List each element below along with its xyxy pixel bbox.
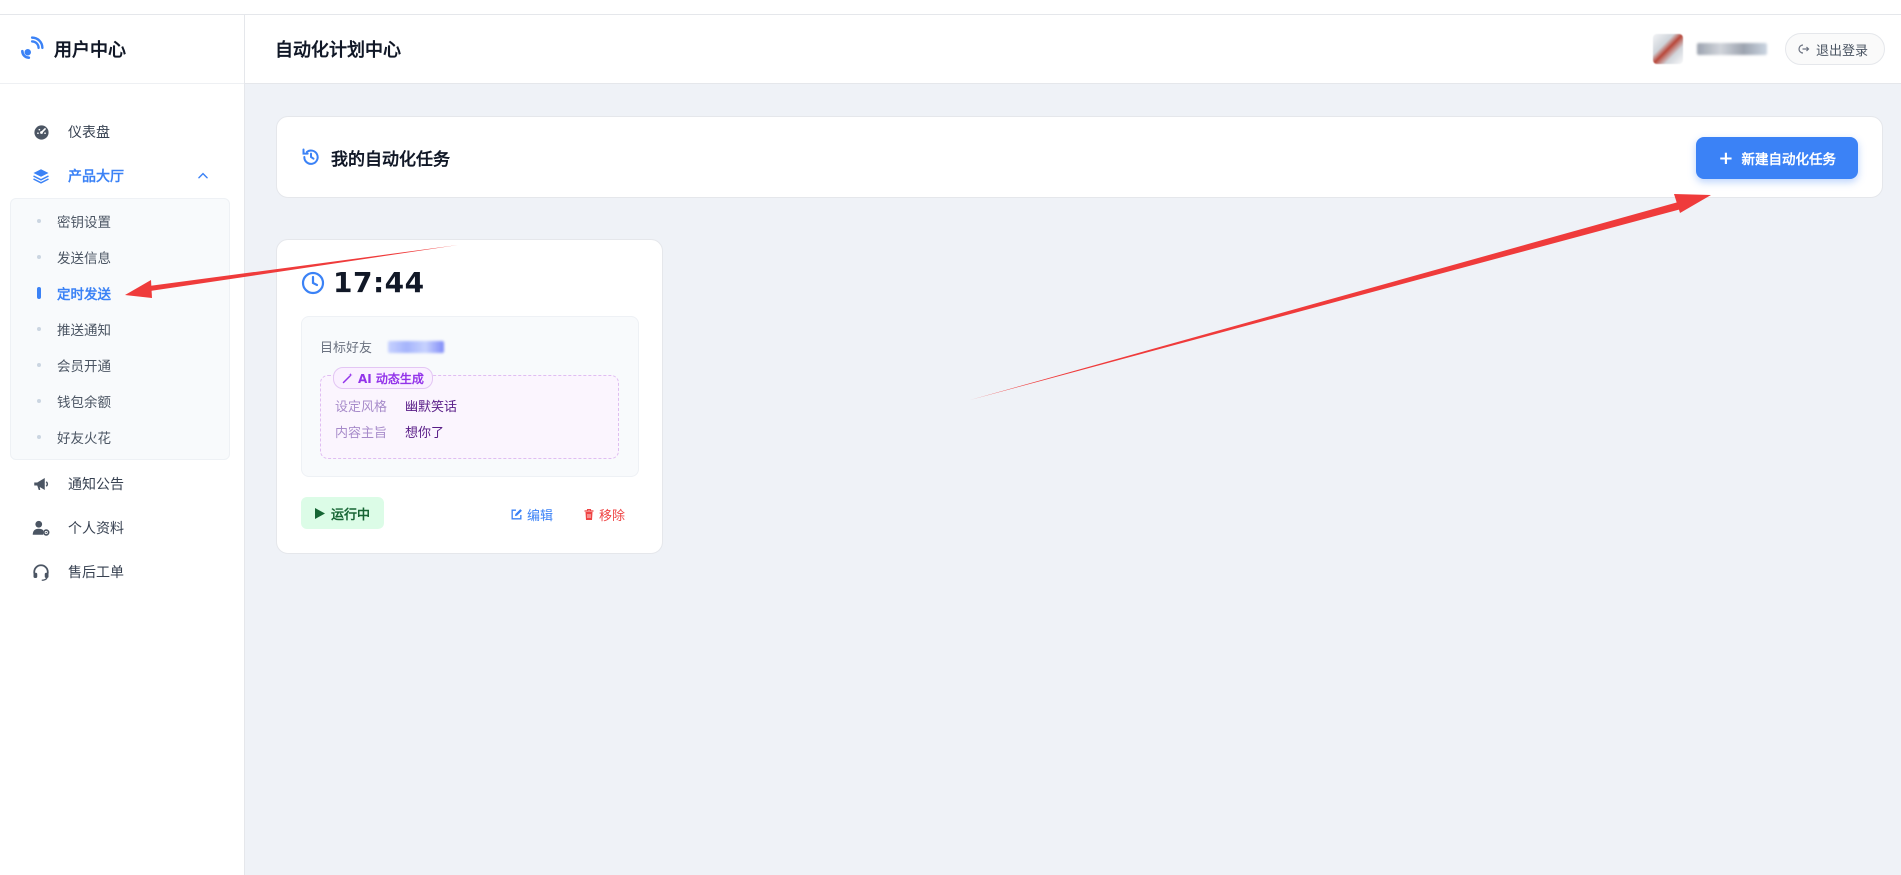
submenu-item-label: 发送信息 [57, 251, 111, 267]
user-area: 退出登录 [1652, 33, 1885, 65]
submenu-item-friend-spark[interactable]: 好友火花 [11, 419, 229, 455]
submenu-item-label: 好友火花 [57, 431, 111, 447]
remove-label: 移除 [599, 509, 626, 524]
submenu-item-label: 钱包余额 [57, 395, 111, 411]
submenu-item-label: 密钥设置 [57, 215, 111, 231]
status-badge[interactable]: 运行中 [301, 497, 385, 529]
layers-icon [32, 167, 50, 185]
arrow-to-new-task-button [970, 194, 1711, 400]
window-top-strip [0, 0, 1901, 15]
product-hall-submenu: 密钥设置 发送信息 定时发送 推送通知 会员开通 钱包余额 好友火花 [10, 198, 230, 460]
submenu-item-key-settings[interactable]: 密钥设置 [11, 203, 229, 239]
username-redacted [1696, 43, 1767, 55]
headset-icon [32, 563, 50, 581]
brand-title: 用户中心 [54, 40, 126, 61]
page-title: 自动化计划中心 [275, 40, 401, 61]
magic-wand-icon [342, 373, 353, 384]
sidebar-item-label: 售后工单 [68, 565, 124, 581]
style-value: 幽默笑话 [405, 400, 458, 415]
sidebar: 用户中心 仪表盘 产品大厅 密钥设置 发送信息 定时发送 推送通知 会员开通 钱… [0, 15, 245, 875]
brand: 用户中心 [0, 15, 244, 84]
new-task-button-label: 新建自动化任务 [1741, 152, 1837, 168]
submenu-item-label: 会员开通 [57, 359, 111, 375]
active-indicator [37, 287, 41, 299]
top-header: 自动化计划中心 退出登录 [245, 15, 1901, 84]
chevron-up-icon[interactable] [196, 169, 210, 183]
bullet-dot [37, 255, 41, 259]
ai-generation-box: AI 动态生成 设定风格 幽默笑话 内容主旨 想你了 [320, 367, 619, 459]
satellite-icon [21, 36, 44, 59]
submenu-item-label: 推送通知 [57, 323, 111, 339]
history-icon [302, 148, 319, 165]
theme-value: 想你了 [405, 426, 445, 441]
play-icon [315, 507, 325, 519]
submenu-item-wallet[interactable]: 钱包余额 [11, 383, 229, 419]
ai-badge-label: AI 动态生成 [358, 371, 424, 386]
sidebar-item-product-hall[interactable]: 产品大厅 [0, 154, 244, 198]
style-label: 设定风格 [335, 400, 388, 415]
edit-button[interactable]: 编辑 [510, 505, 553, 524]
target-friend-redacted [388, 340, 445, 353]
ai-badge: AI 动态生成 [333, 367, 433, 389]
task-card: 17:44 目标好友 AI 动态生成 设定风格 幽默笑话 内容主旨 想你了 运行… [276, 239, 663, 554]
edit-icon [511, 509, 522, 520]
bullet-dot [37, 219, 41, 223]
submenu-item-send-message[interactable]: 发送信息 [11, 239, 229, 275]
logout-icon [1798, 44, 1810, 54]
megaphone-icon [32, 475, 50, 493]
edit-label: 编辑 [527, 509, 554, 524]
user-gear-icon [32, 519, 50, 537]
clock-icon [301, 271, 325, 294]
bullet-dot [37, 327, 41, 331]
sidebar-item-profile[interactable]: 个人资料 [0, 506, 244, 550]
sidebar-item-label: 个人资料 [68, 521, 124, 537]
trash-icon [584, 508, 594, 520]
sidebar-item-label: 通知公告 [68, 477, 124, 493]
sidebar-menu: 仪表盘 产品大厅 密钥设置 发送信息 定时发送 推送通知 会员开通 钱包余额 好… [0, 84, 244, 594]
logout-label: 退出登录 [1815, 43, 1868, 59]
target-friend-row: 目标好友 [320, 337, 445, 356]
avatar[interactable] [1652, 34, 1683, 64]
bullet-dot [37, 399, 41, 403]
sidebar-item-after-sales[interactable]: 售后工单 [0, 550, 244, 594]
bullet-dot [37, 435, 41, 439]
status-label: 运行中 [331, 507, 371, 523]
target-friend-label: 目标好友 [320, 341, 373, 356]
theme-row: 内容主旨 想你了 [335, 422, 444, 441]
sidebar-item-label: 仪表盘 [68, 125, 110, 141]
plus-icon: + [1718, 147, 1734, 169]
new-task-button[interactable]: + 新建自动化任务 [1696, 137, 1858, 179]
dashboard-icon [32, 123, 50, 141]
submenu-item-push-notification[interactable]: 推送通知 [11, 311, 229, 347]
bullet-dot [37, 363, 41, 367]
style-row: 设定风格 幽默笑话 [335, 396, 457, 415]
submenu-item-label: 定时发送 [57, 287, 111, 303]
task-details: 目标好友 AI 动态生成 设定风格 幽默笑话 内容主旨 想你了 [301, 316, 639, 477]
section-title: 我的自动化任务 [331, 149, 450, 170]
sidebar-item-dashboard[interactable]: 仪表盘 [0, 110, 244, 154]
submenu-item-scheduled-send[interactable]: 定时发送 [11, 275, 229, 311]
theme-label: 内容主旨 [335, 426, 388, 441]
submenu-item-membership[interactable]: 会员开通 [11, 347, 229, 383]
task-time-row: 17:44 [301, 266, 425, 299]
sidebar-item-label: 产品大厅 [68, 169, 124, 185]
remove-button[interactable]: 移除 [583, 505, 625, 524]
sidebar-item-announcements[interactable]: 通知公告 [0, 462, 244, 506]
task-time: 17:44 [333, 266, 425, 299]
logout-button[interactable]: 退出登录 [1784, 33, 1885, 65]
tasks-header-card: 我的自动化任务 + 新建自动化任务 [276, 116, 1883, 198]
